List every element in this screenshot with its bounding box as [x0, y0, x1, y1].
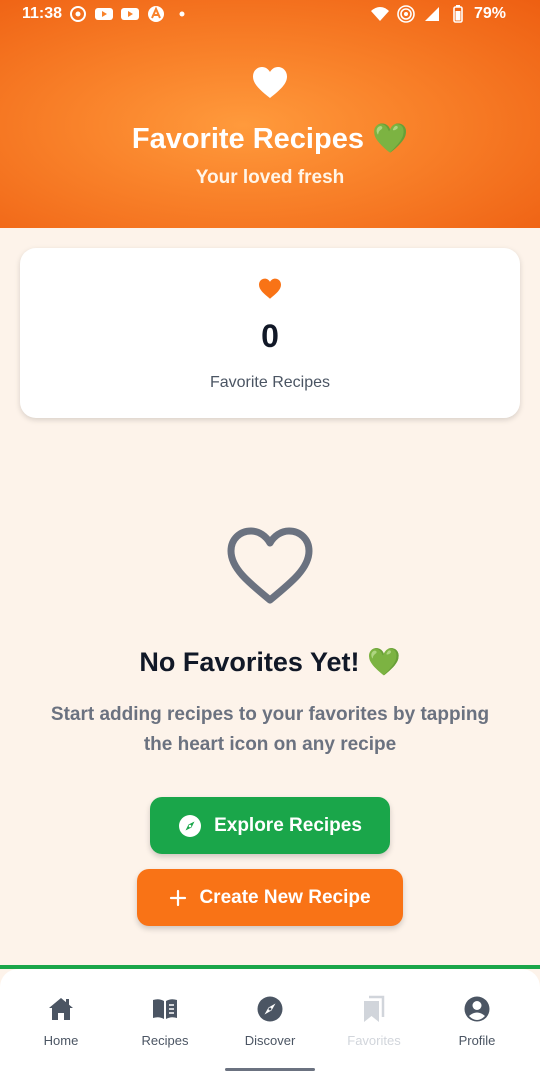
whatsapp-icon	[68, 5, 88, 23]
empty-state-title: No Favorites Yet! 💚	[139, 647, 401, 677]
person-icon	[464, 996, 490, 1022]
app-icon	[146, 5, 166, 23]
nav-item-profile[interactable]: Profile	[432, 995, 522, 1048]
create-recipe-label: Create New Recipe	[199, 886, 371, 908]
heart-icon	[259, 278, 281, 299]
heart-icon	[253, 67, 287, 98]
nav-item-favorites[interactable]: Favorites	[329, 995, 419, 1048]
nav-label-discover: Discover	[244, 1033, 296, 1048]
status-bar: 11:38 79%	[0, 0, 540, 30]
signal-icon	[422, 5, 442, 23]
bottom-navigation: Home Recipes Discover Favorites Profile	[0, 969, 540, 1080]
create-recipe-button[interactable]: Create New Recipe	[137, 869, 403, 926]
heart-outline-icon	[227, 527, 313, 604]
compass-icon	[257, 996, 283, 1022]
home-indicator[interactable]	[225, 1068, 315, 1071]
nav-label-recipes: Recipes	[141, 1033, 189, 1048]
nav-label-home: Home	[43, 1033, 79, 1048]
plus-icon	[170, 889, 187, 906]
home-icon	[49, 998, 73, 1020]
favorites-count-card: 0 Favorite Recipes	[20, 248, 520, 418]
youtube-icon	[120, 5, 140, 23]
notification-icons	[68, 5, 192, 23]
nav-label-favorites: Favorites	[347, 1033, 401, 1048]
battery-percentage: 79%	[473, 5, 506, 22]
nav-item-discover[interactable]: Discover	[225, 995, 315, 1048]
dot-icon	[172, 5, 192, 23]
system-icons: 79%	[370, 5, 506, 23]
youtube-icon	[94, 5, 114, 23]
book-icon	[153, 999, 177, 1019]
favorites-count-label: Favorite Recipes	[209, 374, 331, 391]
status-time: 11:38	[22, 5, 63, 22]
wifi-icon	[370, 5, 390, 23]
nav-label-profile: Profile	[458, 1033, 496, 1048]
explore-recipes-label: Explore Recipes	[214, 814, 362, 836]
header: 11:38 79% Favorite Recipes 💚 Your loved …	[0, 0, 540, 228]
explore-recipes-button[interactable]: Explore Recipes	[150, 797, 390, 854]
compass-icon	[179, 814, 202, 837]
battery-icon	[448, 5, 468, 23]
page-subtitle: Your loved fresh	[195, 167, 345, 188]
nav-item-home[interactable]: Home	[16, 995, 106, 1048]
page-title: Favorite Recipes 💚	[131, 123, 409, 155]
hotspot-icon	[396, 5, 416, 23]
nav-item-recipes[interactable]: Recipes	[120, 995, 210, 1048]
empty-state-message: Start adding recipes to your favorites b…	[50, 704, 490, 755]
bookmark-icon	[364, 995, 385, 1022]
favorites-count: 0	[261, 318, 279, 354]
